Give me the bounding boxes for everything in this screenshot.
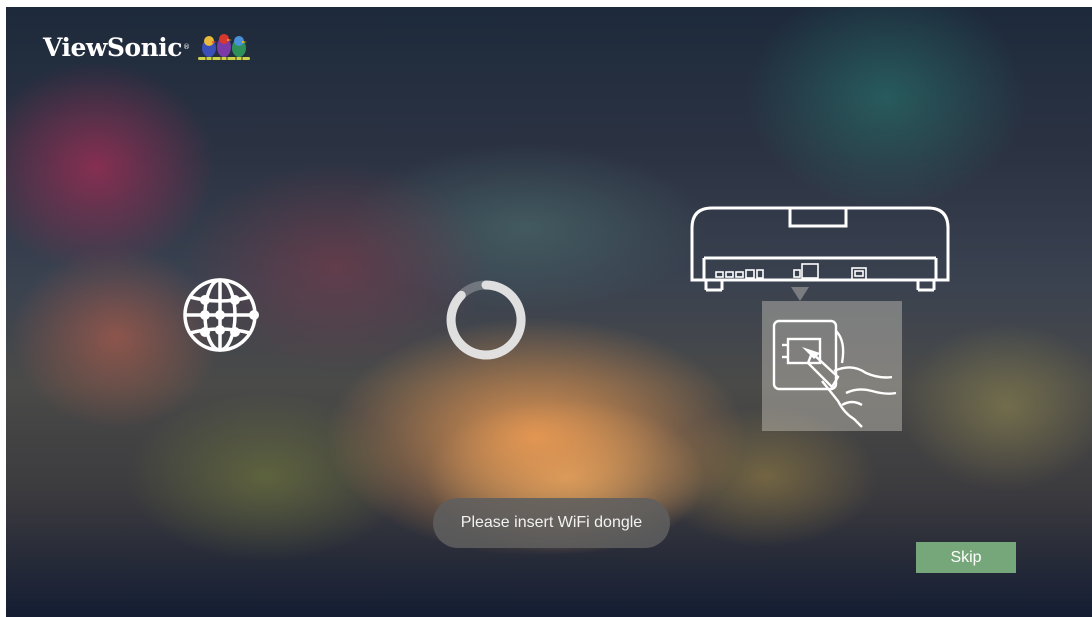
- viewsonic-logo: ViewSonic ®: [43, 29, 252, 65]
- loading-spinner-icon: [446, 280, 526, 360]
- insert-dongle-toast: Please insert WiFi dongle: [433, 498, 670, 548]
- setup-screen: ViewSonic ® Please insert WiFi dongle Sk…: [6, 7, 1092, 617]
- brand-name: ViewSonic: [43, 32, 183, 62]
- skip-button[interactable]: Skip: [916, 542, 1016, 573]
- toast-message: Please insert WiFi dongle: [460, 514, 643, 531]
- registered-mark: ®: [183, 43, 191, 51]
- connector-pointer-icon: [791, 287, 809, 301]
- dongle-insert-illustration: [762, 301, 902, 431]
- globe-network-icon: [183, 278, 259, 352]
- usb-dongle-hand-icon: [772, 319, 897, 428]
- birds-logo-icon: [198, 34, 251, 60]
- skip-label: Skip: [950, 548, 982, 566]
- projector-rear-icon: [690, 206, 950, 292]
